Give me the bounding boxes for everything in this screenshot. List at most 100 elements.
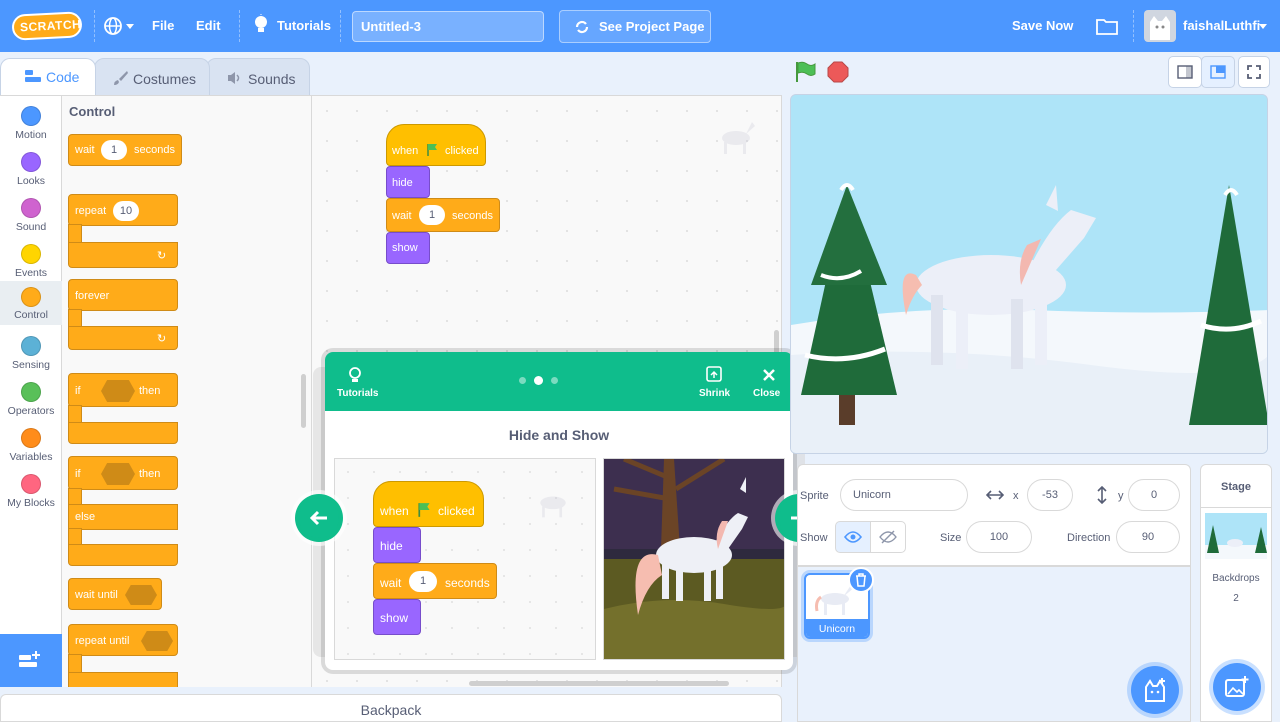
choose-sprite-button[interactable] xyxy=(1131,666,1179,714)
add-extension-icon xyxy=(19,651,40,667)
folder-icon[interactable] xyxy=(1096,17,1118,35)
close-label: Close xyxy=(753,388,781,399)
step-dot[interactable] xyxy=(519,377,526,384)
wait-input[interactable]: 1 xyxy=(101,140,127,160)
shrink-button[interactable]: Shrink xyxy=(697,364,731,400)
tab-sounds[interactable]: Sounds xyxy=(206,58,310,96)
size-input[interactable]: 100 xyxy=(966,521,1032,553)
repeat-block[interactable]: repeat 10 xyxy=(68,194,178,226)
small-stage-button[interactable] xyxy=(1168,56,1202,88)
eye-icon xyxy=(844,531,862,543)
wait-block[interactable]: wait 1 seconds xyxy=(68,134,182,166)
if-else-block[interactable]: if then xyxy=(68,456,178,490)
project-title-input[interactable]: Untitled-3 xyxy=(352,11,544,42)
step-indicator xyxy=(519,376,559,386)
category-label: Control xyxy=(14,309,48,321)
repeat-block-footer: ↻ xyxy=(68,242,178,268)
show-visible-button[interactable] xyxy=(835,521,871,553)
file-menu[interactable]: File xyxy=(152,18,174,33)
edit-menu[interactable]: Edit xyxy=(196,18,221,33)
category-menu: Motion Looks Sound Events Control Sensin… xyxy=(0,95,62,687)
tutorials-link[interactable]: Tutorials xyxy=(335,364,379,402)
backpack[interactable]: Backpack xyxy=(0,694,782,722)
size-label: Size xyxy=(940,532,962,544)
category-variables[interactable]: Variables xyxy=(0,422,62,468)
tutorial-header: Tutorials Shrink Close xyxy=(325,352,793,411)
category-operators[interactable]: Operators xyxy=(0,376,62,422)
previous-step-button[interactable] xyxy=(295,494,343,542)
sprite-name-input[interactable]: Unicorn xyxy=(840,479,968,511)
see-project-page-button[interactable]: See Project Page xyxy=(559,10,711,43)
my-blocks-dot xyxy=(21,474,41,494)
workspace-hscrollbar[interactable] xyxy=(469,681,729,686)
tutorials-button[interactable]: Tutorials xyxy=(252,14,332,38)
block-label: show xyxy=(392,242,418,254)
normal-stage-icon xyxy=(1210,65,1226,79)
sprite-info-panel: Sprite Unicorn x -53 y 0 Show Size 100 D… xyxy=(797,464,1191,566)
if-then-block[interactable]: if then xyxy=(68,373,178,407)
repeat-until-block[interactable]: repeat until xyxy=(68,624,178,656)
save-now-button[interactable]: Save Now xyxy=(1012,18,1073,33)
condition-slot[interactable] xyxy=(101,463,135,485)
wait-block[interactable]: wait 1 seconds xyxy=(386,198,500,232)
forever-block[interactable]: forever xyxy=(68,279,178,311)
green-flag-icon[interactable] xyxy=(794,60,818,84)
stage-canvas[interactable] xyxy=(790,94,1268,454)
category-motion[interactable]: Motion xyxy=(0,100,62,146)
category-sensing[interactable]: Sensing xyxy=(0,330,62,376)
green-flag-icon xyxy=(418,503,430,517)
palette-scrollbar[interactable] xyxy=(301,374,306,428)
when-flag-clicked-block[interactable]: when clicked xyxy=(386,124,486,166)
loop-arrow-icon: ↻ xyxy=(157,333,167,345)
wait-input[interactable]: 1 xyxy=(419,205,445,225)
fullscreen-button[interactable] xyxy=(1238,56,1270,88)
wait-until-block[interactable]: wait until xyxy=(68,578,162,610)
condition-slot[interactable] xyxy=(141,631,173,651)
show-block[interactable]: show xyxy=(386,232,430,264)
show-label: Show xyxy=(800,532,828,544)
language-menu[interactable] xyxy=(103,16,137,36)
show-hidden-button[interactable] xyxy=(870,521,906,553)
condition-slot[interactable] xyxy=(125,585,157,605)
category-events[interactable]: Events xyxy=(0,238,62,284)
remix-icon xyxy=(575,20,589,34)
block-label: wait xyxy=(75,144,95,156)
category-label: Sound xyxy=(15,221,47,233)
green-flag-icon xyxy=(427,144,437,156)
direction-input[interactable]: 90 xyxy=(1116,521,1180,553)
category-control[interactable]: Control xyxy=(0,281,62,325)
vertical-arrows-icon xyxy=(1097,486,1107,504)
logo-text: SCRATCH xyxy=(19,17,82,35)
scratch-logo[interactable]: SCRATCH xyxy=(11,11,83,41)
stage-target-panel[interactable]: Stage Backdrops 2 xyxy=(1200,464,1272,722)
y-input[interactable]: 0 xyxy=(1128,479,1180,511)
condition-slot[interactable] xyxy=(101,380,135,402)
sprite-label: Sprite xyxy=(800,490,829,502)
if-block-footer xyxy=(68,422,178,444)
x-input[interactable]: -53 xyxy=(1027,479,1073,511)
block-label: when xyxy=(392,145,419,157)
tab-code[interactable]: Code xyxy=(0,58,96,96)
close-button[interactable]: Close xyxy=(751,364,785,400)
arrow-left-icon xyxy=(309,510,327,526)
choose-backdrop-button[interactable] xyxy=(1213,663,1261,711)
normal-stage-button[interactable] xyxy=(1201,56,1235,88)
tab-costumes[interactable]: Costumes xyxy=(94,58,210,96)
category-sound[interactable]: Sound xyxy=(0,192,62,238)
backdrops-label: Backdrops xyxy=(1212,573,1260,584)
wait-input: 1 xyxy=(409,571,437,592)
delete-sprite-button[interactable] xyxy=(848,567,874,593)
repeat-input[interactable]: 10 xyxy=(113,201,139,221)
block-label: wait until xyxy=(75,589,118,601)
unicorn-night-scene xyxy=(604,459,784,659)
sensing-dot xyxy=(21,336,41,356)
add-extension-button[interactable] xyxy=(0,634,62,687)
stop-icon[interactable] xyxy=(827,61,849,83)
hide-block[interactable]: hide xyxy=(386,166,430,198)
category-looks[interactable]: Looks xyxy=(0,146,62,192)
step-dot[interactable] xyxy=(551,377,558,384)
category-my-blocks[interactable]: My Blocks xyxy=(0,468,62,514)
eye-slash-icon xyxy=(879,530,897,544)
account-menu[interactable]: faishalLuthfi xyxy=(1144,10,1274,42)
step-dot-active[interactable] xyxy=(534,376,543,385)
